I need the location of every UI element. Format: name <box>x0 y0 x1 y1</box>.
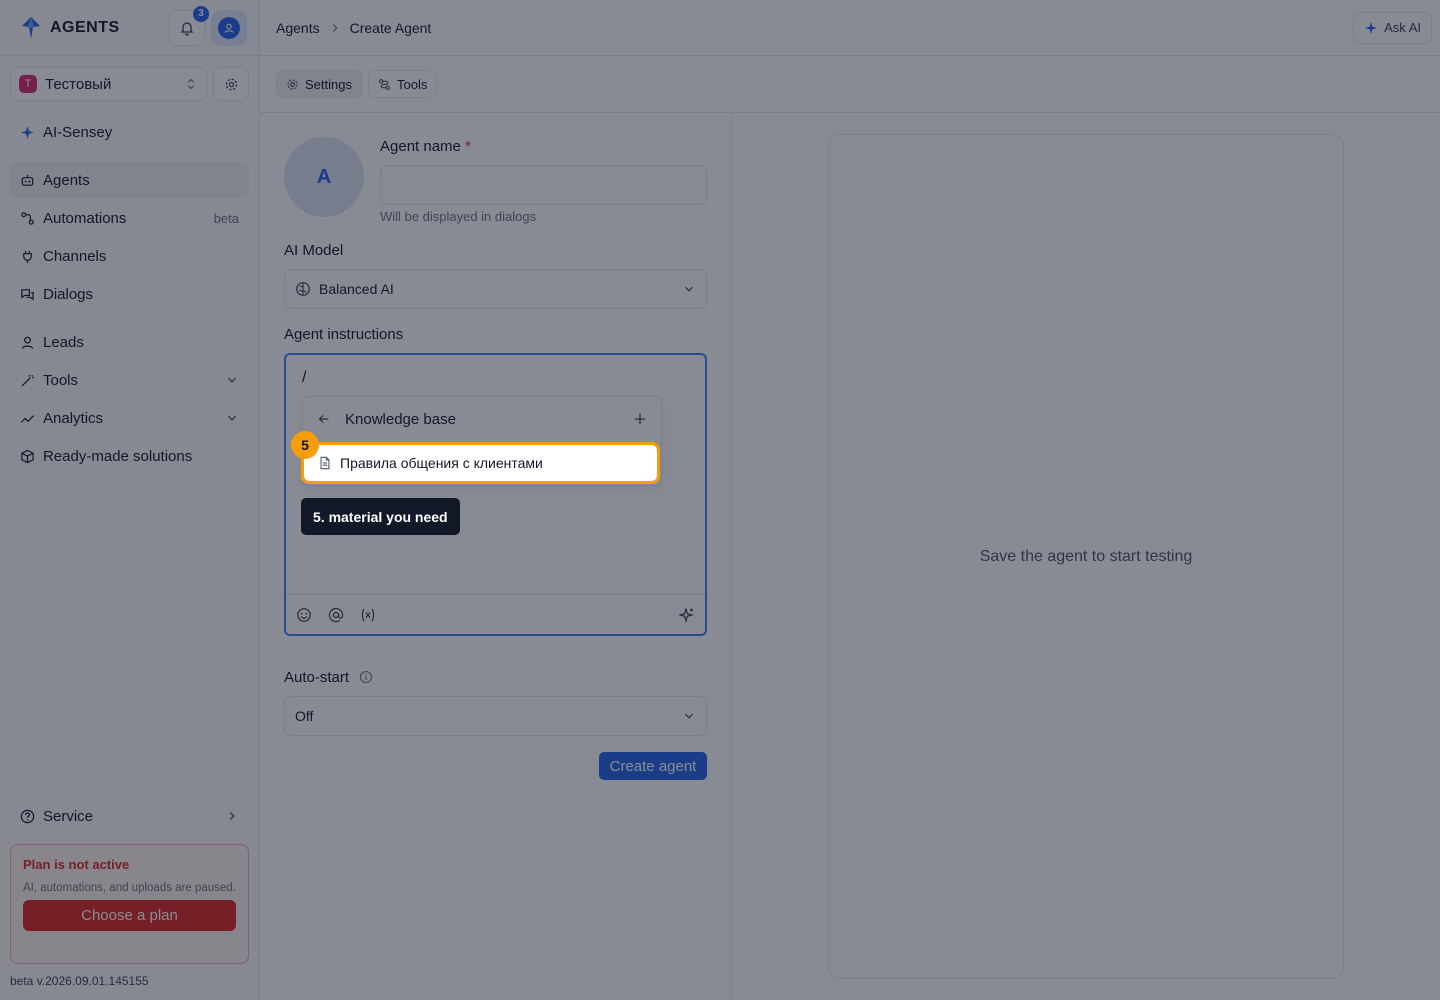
document-icon <box>320 456 330 470</box>
tour-tooltip: 5. material you need <box>301 498 460 535</box>
knowledge-base-item-label: Правила общения с клиентами <box>340 455 543 471</box>
tour-overlay <box>0 0 1440 1000</box>
tour-step-badge: 5 <box>291 431 319 459</box>
knowledge-base-item[interactable]: Правила общения с клиентами <box>301 442 660 484</box>
